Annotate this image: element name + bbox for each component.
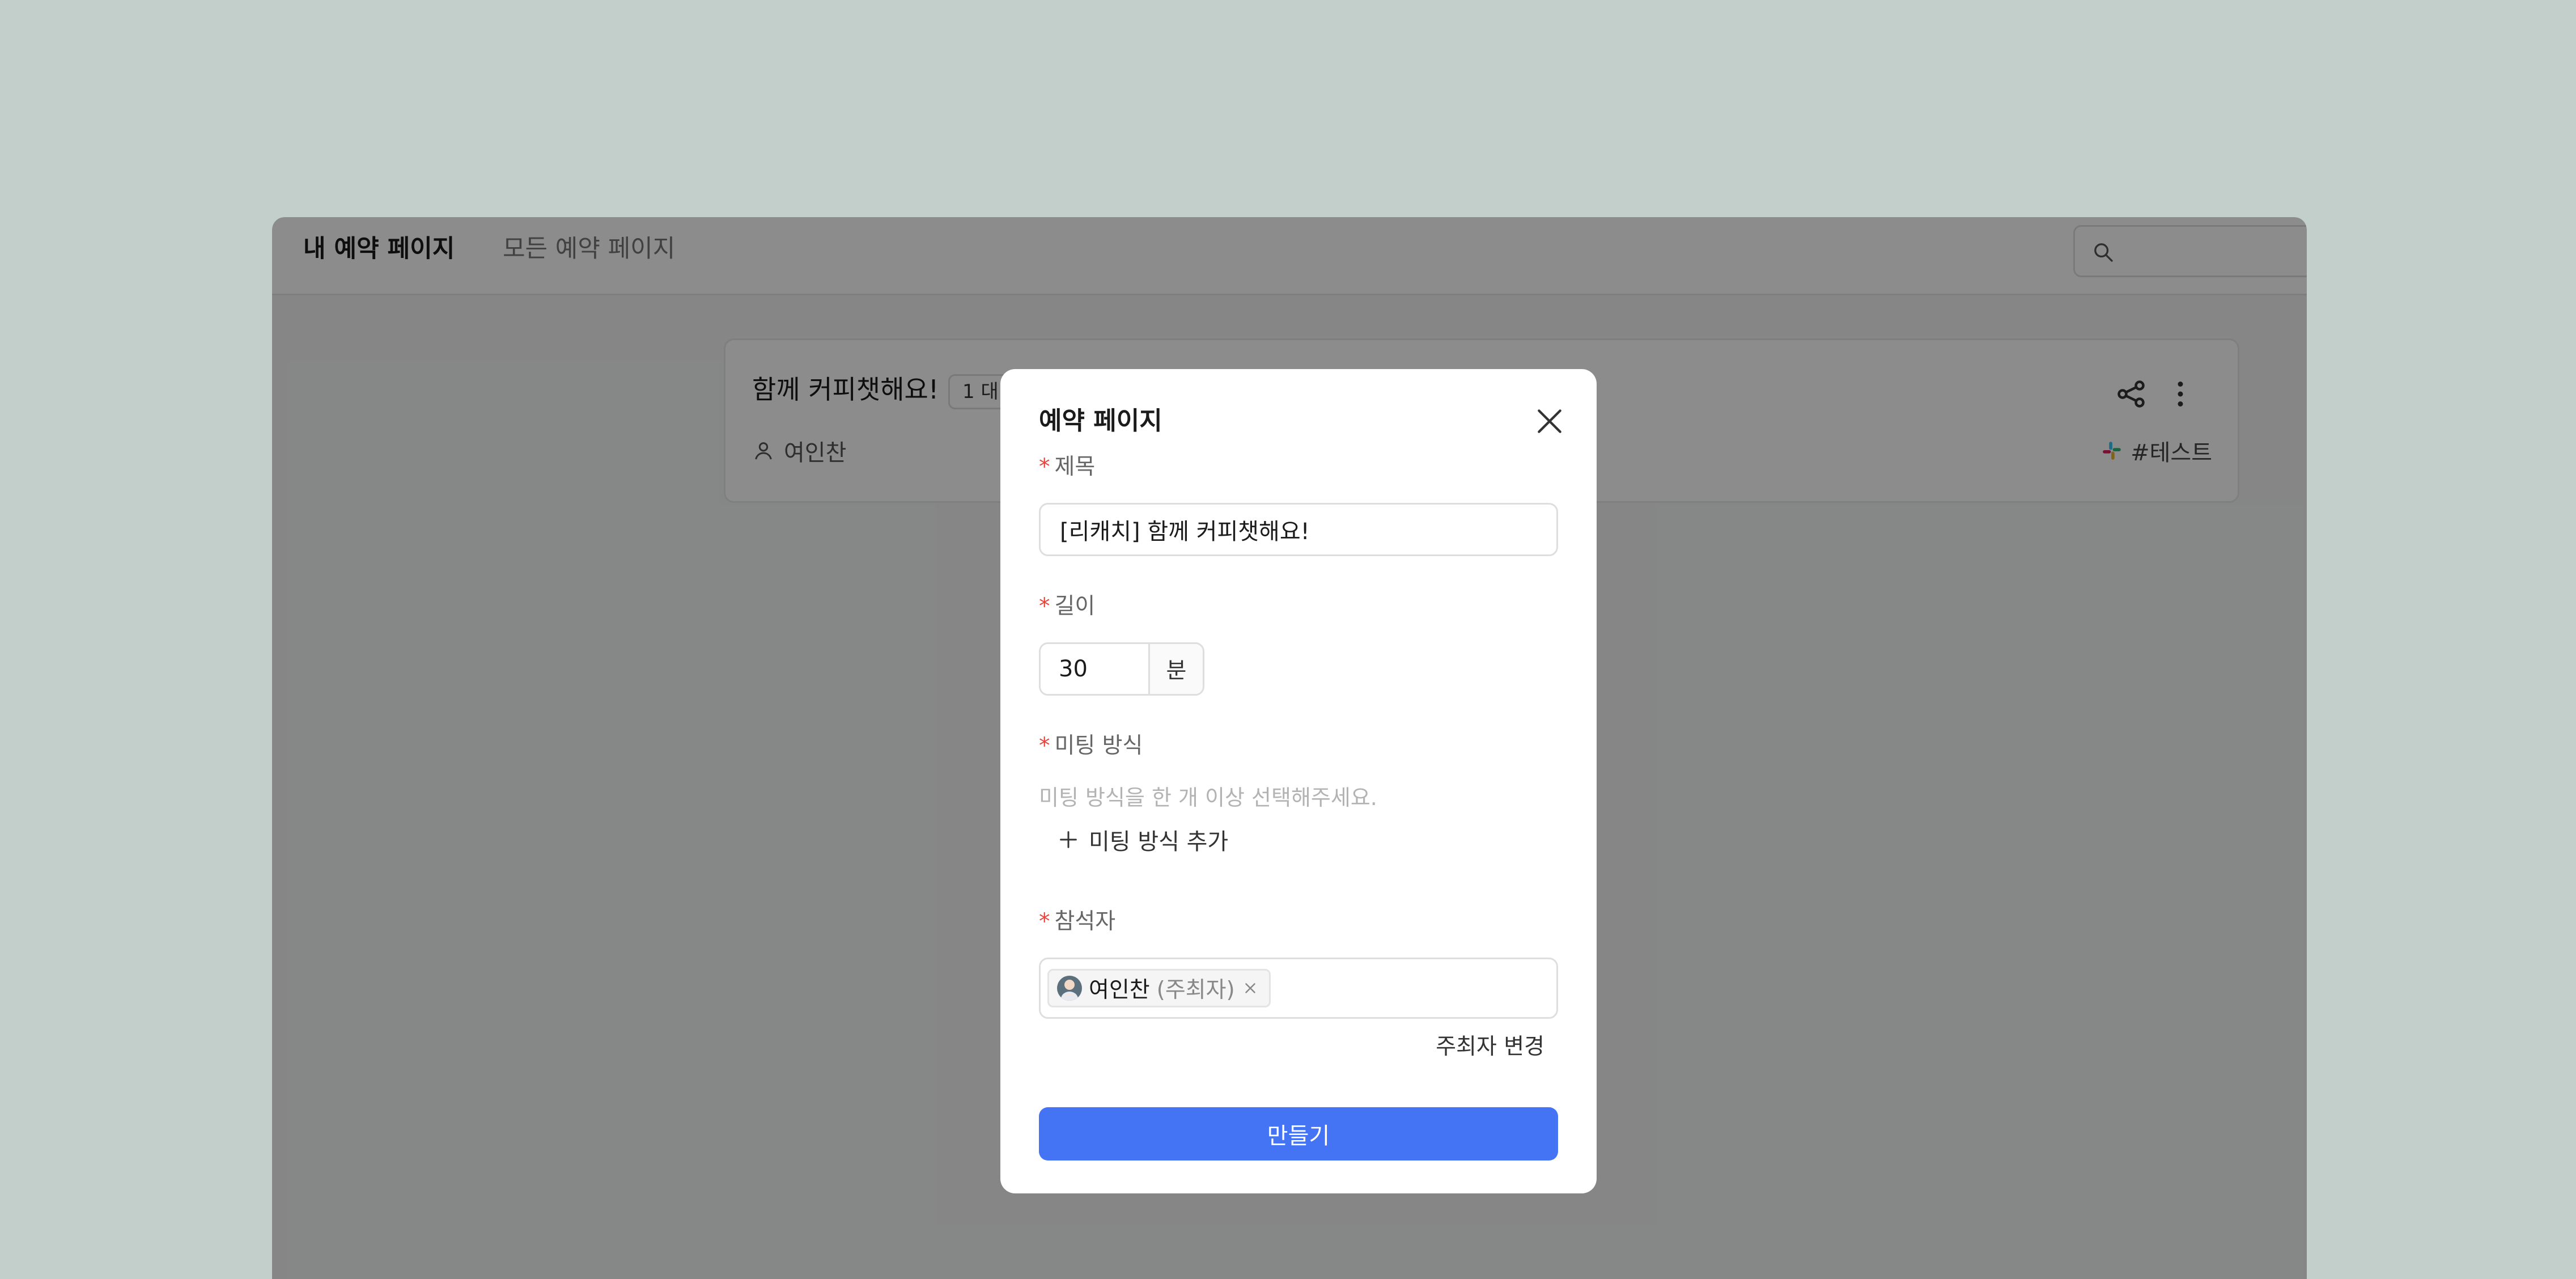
meeting-method-label: * 미팅 방식: [1039, 733, 1143, 759]
attendees-input[interactable]: 여인찬 (주최자): [1039, 958, 1558, 1019]
booking-page-modal: 예약 페이지 *제목 *길이 분 *미팅 방식 미팅 방식을 한 개 이상 선택…: [1000, 369, 1597, 1193]
create-button[interactable]: 만들기: [1039, 1107, 1558, 1161]
required-mark: *: [1039, 594, 1050, 619]
title-input[interactable]: [1039, 503, 1558, 556]
length-unit-label: 분: [1148, 644, 1203, 694]
attendee-chip: 여인찬 (주최자): [1047, 969, 1271, 1007]
length-input[interactable]: [1041, 644, 1148, 694]
required-mark: *: [1039, 454, 1050, 480]
change-host-button[interactable]: 주최자 변경: [1436, 1031, 1544, 1063]
modal-title: 예약 페이지: [1039, 406, 1162, 435]
attendee-name: 여인찬: [1089, 977, 1150, 1003]
add-meeting-method-button[interactable]: 미팅 방식 추가: [1057, 823, 1228, 857]
length-input-group: 분: [1039, 642, 1204, 696]
plus-icon: [1060, 831, 1077, 848]
title-field-label: * 제목: [1039, 454, 1096, 480]
remove-attendee-icon[interactable]: [1242, 980, 1259, 997]
attendee-role: (주최자): [1156, 977, 1235, 1003]
close-icon[interactable]: [1531, 403, 1568, 439]
meeting-method-hint: 미팅 방식을 한 개 이상 선택해주세요.: [1039, 785, 1377, 810]
avatar: [1057, 976, 1082, 1001]
required-mark: *: [1039, 733, 1050, 759]
add-meeting-method-label: 미팅 방식 추가: [1089, 829, 1229, 855]
required-mark: *: [1039, 909, 1050, 934]
length-field-label: * 길이: [1039, 594, 1096, 619]
attendees-field-label: * 참석자: [1039, 909, 1116, 934]
